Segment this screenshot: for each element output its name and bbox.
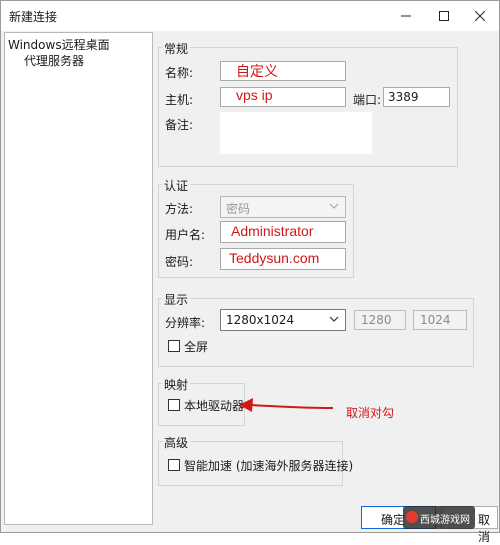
watermark-badge: 西城游戏网 [403,506,475,529]
cancel-button-label: 取消 [478,513,491,544]
port-input-value: 3389 [388,90,419,104]
resolution-height-field: 1024 [413,310,467,330]
annotation-text: 取消对勾 [346,406,395,420]
resolution-value: 1280x1024 [226,313,295,327]
resolution-select[interactable]: 1280x1024 [220,309,346,331]
resolution-label: 分辨率: [165,316,206,330]
name-input[interactable]: 自定义 [220,61,346,81]
window-title: 新建连接 [9,10,58,24]
host-input-value: vps ip [236,87,273,103]
host-input[interactable]: vps ip [220,87,346,107]
chevron-down-icon [329,316,339,322]
fullscreen-label: 全屏 [184,340,209,354]
auth-method-select[interactable]: 密码 [220,196,346,218]
port-label: 端口: [353,93,382,107]
new-connection-window: 新建连接 Windows远程桌面 代理服务器 常规 名称: 自定义 主机: vp… [0,0,500,544]
username-label: 用户名: [165,228,206,242]
name-input-value: 自定义 [236,63,278,79]
connection-type-tree: Windows远程桌面 代理服务器 [4,32,153,525]
note-label: 备注: [165,118,194,132]
auth-group-title: 认证 [162,177,191,194]
smart-accel-label: 智能加速 (加速海外服务器连接) [184,459,354,473]
watermark-text: 西城游戏网 [420,515,470,526]
minimize-icon [401,15,411,17]
resolution-width-field: 1280 [354,310,406,330]
close-icon [474,10,486,22]
mapping-group-title: 映射 [162,376,191,393]
password-label: 密码: [165,255,194,269]
minimize-button[interactable] [387,1,425,31]
name-label: 名称: [165,66,194,80]
password-input[interactable]: Teddysun.com [220,248,346,270]
auth-method-value: 密码 [226,202,251,216]
tree-item-proxy-server[interactable]: 代理服务器 [24,52,84,69]
password-input-value: Teddysun.com [229,250,320,266]
ok-button-label: 确定 [381,513,406,527]
note-textarea[interactable] [220,112,372,154]
local-drive-checkbox[interactable] [168,399,180,411]
chevron-down-icon [329,203,339,209]
maximize-button[interactable] [425,1,463,31]
host-label: 主机: [165,93,194,107]
smart-accel-checkbox[interactable] [168,459,180,471]
port-input[interactable]: 3389 [383,87,450,107]
fullscreen-checkbox[interactable] [168,340,180,352]
username-input[interactable]: Administrator [220,221,346,243]
auth-method-label: 方法: [165,202,194,216]
general-group-title: 常规 [162,40,191,57]
title-bar: 新建连接 [1,1,499,31]
display-group-title: 显示 [162,291,191,308]
close-button[interactable] [461,1,499,31]
resolution-width-value: 1280 [361,313,392,327]
resolution-height-value: 1024 [420,313,451,327]
username-input-value: Administrator [231,223,314,239]
advanced-group-title: 高级 [162,434,191,451]
maximize-icon [439,11,449,21]
watermark-logo-icon [406,511,418,523]
tree-item-windows-rdp[interactable]: Windows远程桌面 [8,36,110,53]
local-drive-label: 本地驱动器 [184,399,245,413]
